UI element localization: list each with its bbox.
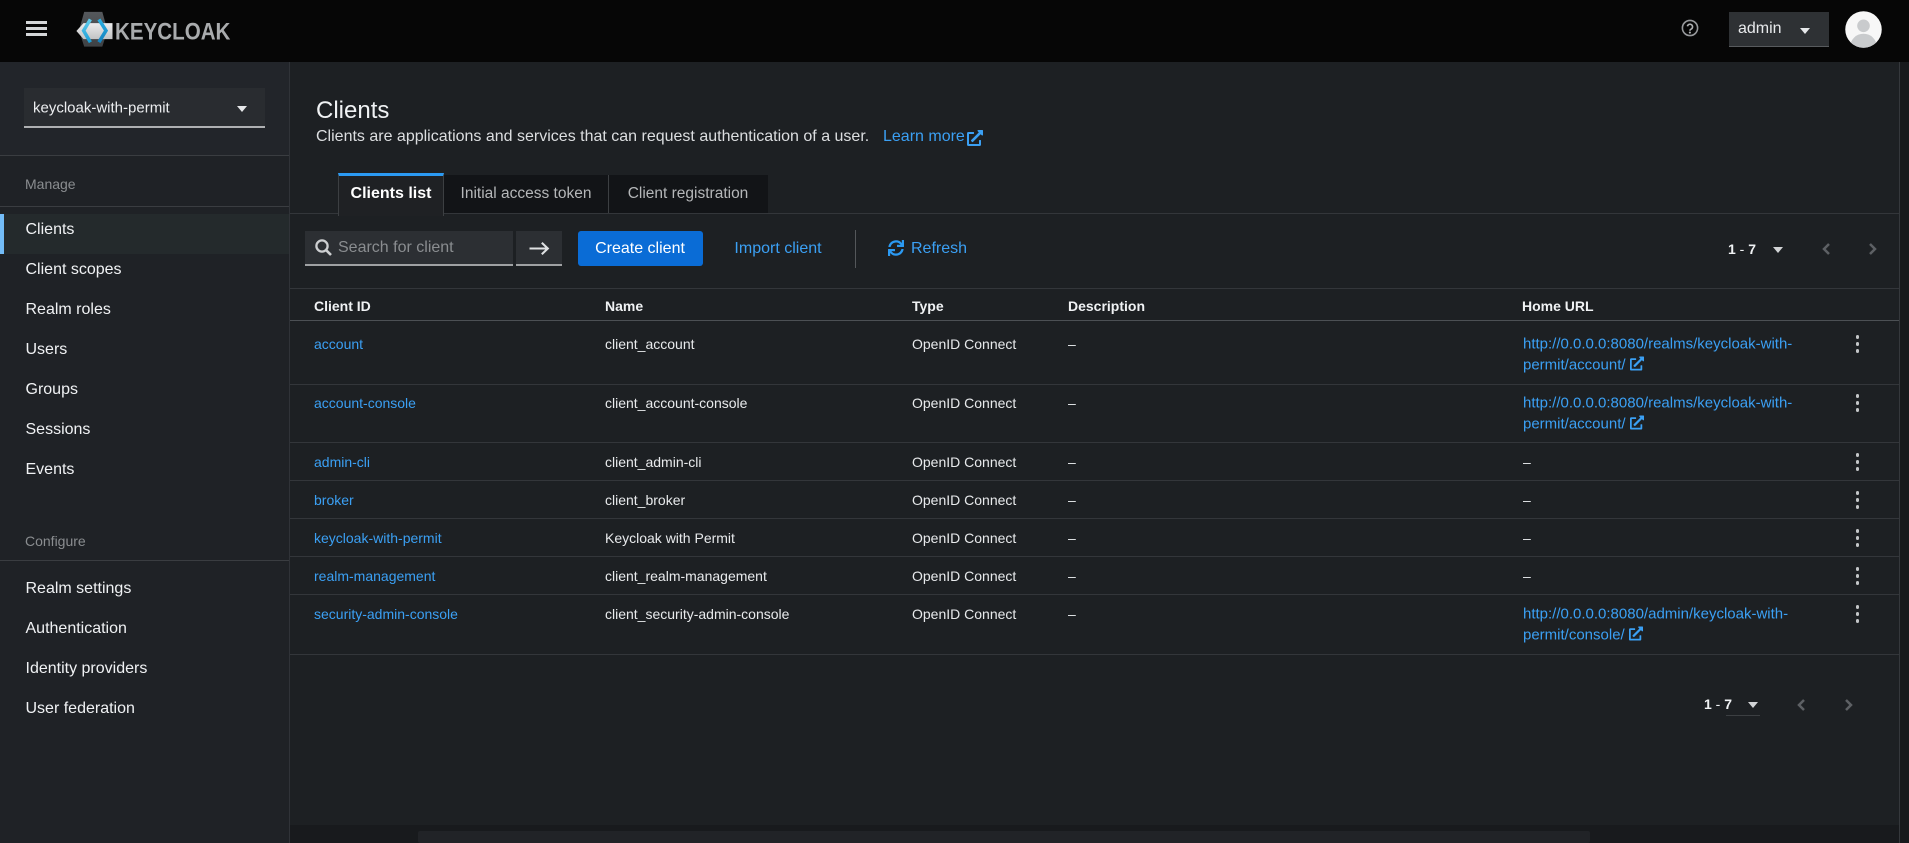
svg-text:KEYCLOAK: KEYCLOAK <box>115 18 231 45</box>
